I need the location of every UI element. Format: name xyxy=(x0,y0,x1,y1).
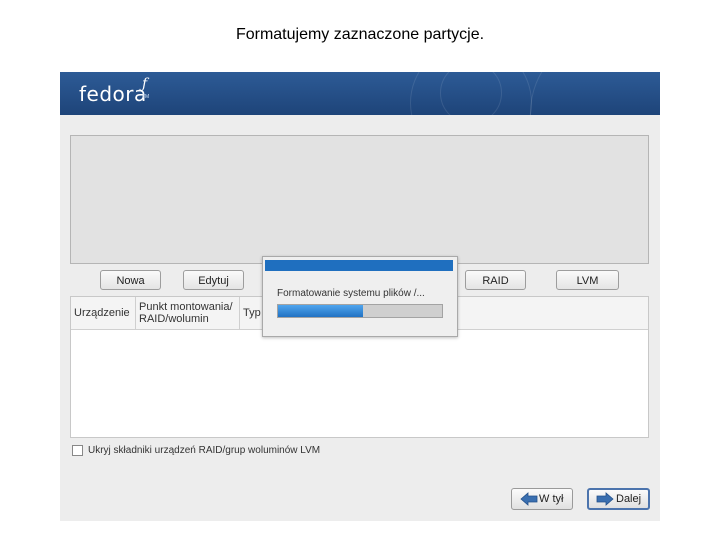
progress-fill xyxy=(278,305,364,317)
header-decoration xyxy=(440,72,502,115)
dialog-message: Formatowanie systemu plików /... xyxy=(277,288,425,299)
arrow-left-icon xyxy=(520,492,538,506)
lvm-button[interactable]: LVM xyxy=(556,270,619,290)
column-mount-point[interactable]: Punkt montowania/ RAID/wolumin xyxy=(136,297,240,329)
new-button[interactable]: Nowa xyxy=(100,270,161,290)
raid-button[interactable]: RAID xyxy=(465,270,526,290)
hide-raid-lvm-checkbox[interactable] xyxy=(72,445,83,456)
disk-layout-preview xyxy=(70,135,649,264)
slide-title: Formatujemy zaznaczone partycje. xyxy=(235,26,485,43)
back-button[interactable]: W tył xyxy=(511,488,573,510)
next-button[interactable]: Dalej xyxy=(587,488,650,510)
fedora-header: fedora ƒ TM xyxy=(60,72,660,115)
arrow-right-icon xyxy=(596,492,614,506)
fedora-infinity-icon: ƒ xyxy=(142,76,148,92)
dialog-title-bar xyxy=(265,260,453,271)
column-device[interactable]: Urządzenie xyxy=(71,297,136,329)
back-label: W tył xyxy=(539,493,564,505)
trademark-mark: TM xyxy=(142,94,150,100)
hide-raid-lvm-label: Ukryj składniki urządzeń RAID/grup wolum… xyxy=(88,445,321,457)
hide-raid-lvm-option[interactable]: Ukryj składniki urządzeń RAID/grup wolum… xyxy=(72,445,320,456)
header-decoration xyxy=(530,72,660,115)
fedora-logo: fedora xyxy=(79,82,147,106)
next-label: Dalej xyxy=(616,493,642,505)
edit-button[interactable]: Edytuj xyxy=(183,270,244,290)
progress-bar xyxy=(277,304,443,318)
formatting-progress-dialog: Formatowanie systemu plików /... xyxy=(262,256,458,337)
